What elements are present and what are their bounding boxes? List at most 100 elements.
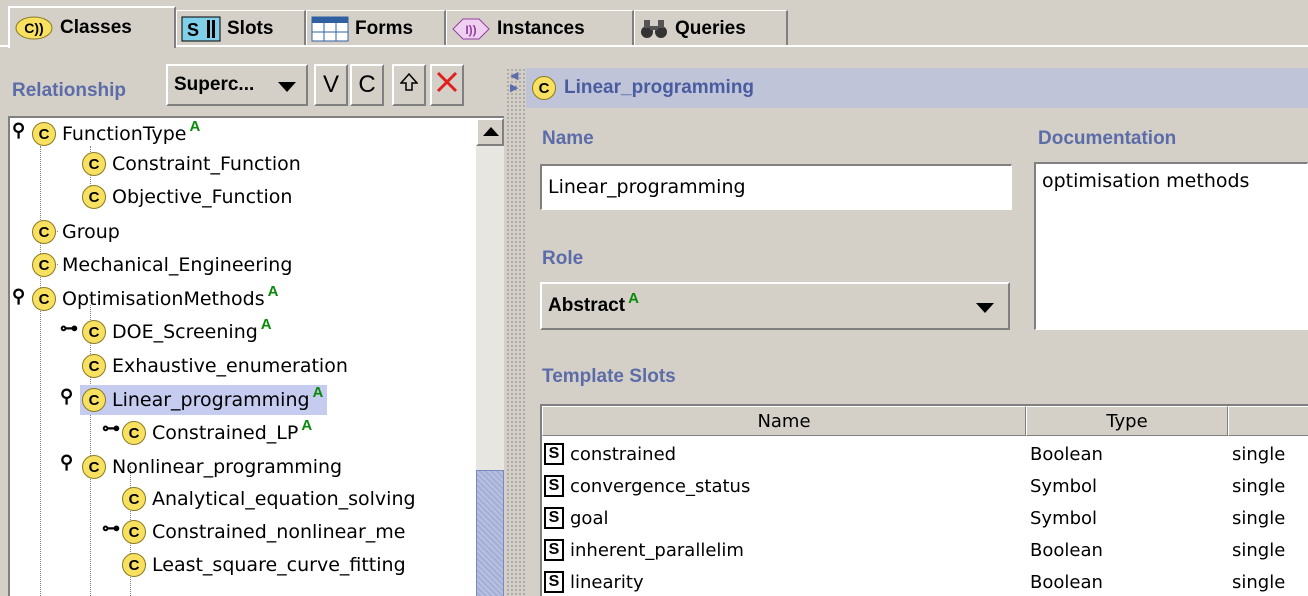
slot-type: Boolean [1030,444,1103,465]
tree-node[interactable]: C Exhaustive_enumeration [82,350,348,382]
slot-name: inherent_parallelim [570,540,744,561]
slot-cardinality: single [1232,572,1286,593]
tree-node-label: Constrained_nonlinear_me [152,521,406,543]
name-value: Linear_programming [548,176,746,198]
relationship-toolbar: Relationship Superc... V C [0,50,512,112]
create-button[interactable]: C [350,64,384,106]
class-tree[interactable]: ⚲ ⚲ ⊶ ⚲ ⊶ ⚲ ⊶ C FunctionType A C Constra… [8,116,476,596]
column-header-type[interactable]: Type [1026,406,1228,436]
add-superclass-button[interactable] [392,64,426,106]
tree-node-label: FunctionType [62,123,187,145]
scroll-up-button[interactable] [476,118,504,146]
tree-node[interactable]: C Nonlinear_programming [82,451,342,483]
class-title-bar: C Linear_programming [526,68,1308,108]
tree-node[interactable]: C Constraint_Function [82,148,301,180]
tree-node[interactable]: C Least_square_curve_fitting [122,549,406,581]
tab-classes[interactable]: C)) Classes [8,6,176,48]
table-row[interactable]: S linearity Boolean single [542,568,1308,596]
role-label: Role [542,248,584,269]
abstract-badge: A [260,315,272,333]
table-row[interactable]: S goal Symbol single [542,504,1308,534]
table-row[interactable]: S inherent_parallelim Boolean single [542,536,1308,566]
slot-type: Symbol [1030,508,1098,529]
tree-node[interactable]: C Group [32,216,120,248]
role-value: Abstract [548,295,626,316]
class-icon: C [82,152,106,176]
tab-classes-label: Classes [60,17,132,38]
expand-handle-icon[interactable]: ⊶ [102,518,120,539]
expand-handle-icon[interactable]: ⊶ [102,418,120,439]
class-icon: C [32,287,56,311]
class-icon: C [532,76,556,100]
tree-node-label: Nonlinear_programming [112,456,343,478]
column-header-label: Type [1106,410,1148,432]
tree-node[interactable]: C OptimisationMethods A [32,283,278,315]
delete-button[interactable] [430,64,464,106]
name-label: Name [542,128,594,149]
slot-type: Boolean [1030,540,1103,561]
tab-slots[interactable]: S Slots [176,10,306,46]
tab-bar: C)) Classes S Slots Forms I)) Instances … [0,0,1308,48]
documentation-field[interactable]: optimisation methods [1034,162,1308,330]
slot-icon: S [544,475,564,497]
name-field[interactable]: Linear_programming [540,164,1012,210]
role-select[interactable]: Abstract A [540,282,1010,330]
table-row[interactable]: S constrained Boolean single [542,440,1308,470]
expand-handle-icon[interactable]: ⊶ [60,318,78,339]
slot-cardinality: single [1232,540,1286,561]
abstract-badge: A [267,282,279,300]
instances-icon: I)) [451,16,491,42]
class-icon: C [82,354,106,378]
tree-node-label: Group [62,221,120,243]
table-row[interactable]: S convergence_status Symbol single [542,472,1308,502]
scroll-thumb[interactable] [476,470,504,596]
class-icon: C [122,553,146,577]
tree-line [40,146,41,596]
tree-node[interactable]: C Constrained_LP A [122,417,312,449]
tree-node-label: Objective_Function [112,186,293,208]
collapse-handle-icon[interactable]: ⚲ [60,386,73,407]
column-header-cardinality[interactable] [1228,406,1308,436]
slot-type: Boolean [1030,572,1103,593]
tab-queries[interactable]: Queries [634,10,788,46]
abstract-badge: A [189,117,201,135]
tree-node[interactable]: C FunctionType A [32,118,200,150]
class-icon: C [122,487,146,511]
relationship-select[interactable]: Superc... [166,64,308,106]
chevron-down-icon [976,303,994,313]
view-button[interactable]: V [314,64,348,106]
tree-node[interactable]: C DOE_Screening A [82,316,272,348]
relationship-label: Relationship [12,80,127,101]
slot-icon: S [544,571,564,593]
tree-node-label: Exhaustive_enumeration [112,355,348,377]
class-icon: C [32,253,56,277]
tree-node-label: OptimisationMethods [62,288,265,310]
splitter-arrows-icon[interactable]: ◀ ▶ [510,70,518,94]
collapse-handle-icon[interactable]: ⚲ [12,286,25,307]
documentation-label: Documentation [1038,128,1177,149]
tree-node[interactable]: C Objective_Function [82,181,292,213]
abstract-badge: A [628,289,639,307]
tree-node[interactable]: C Analytical_equation_solving [122,483,416,515]
tree-node[interactable]: C Mechanical_Engineering [32,249,292,281]
panel-splitter[interactable] [506,68,526,596]
tree-scrollbar[interactable] [476,116,504,596]
slot-cardinality: single [1232,444,1286,465]
class-icon: C [82,455,106,479]
collapse-handle-icon[interactable]: ⚲ [12,120,25,141]
svg-text:C)): C)) [24,20,43,36]
tree-node-label: DOE_Screening [112,321,258,343]
abstract-badge: A [312,383,324,401]
tab-instances[interactable]: I)) Instances [446,10,634,46]
class-icon: C [82,320,106,344]
abstract-badge: A [301,416,313,434]
column-header-name[interactable]: Name [542,406,1026,436]
template-slots-table[interactable]: Name Type S constrained Boolean single S… [540,404,1308,596]
tree-node-label: Least_square_curve_fitting [152,554,406,576]
tree-node-label: Constrained_LP [152,422,299,444]
tree-node-label: Analytical_equation_solving [152,488,416,510]
tab-forms[interactable]: Forms [306,10,446,46]
tree-node[interactable]: C Constrained_nonlinear_me [122,516,405,548]
collapse-handle-icon[interactable]: ⚲ [60,452,73,473]
tree-node-selected[interactable]: C Linear_programming A [80,383,328,416]
